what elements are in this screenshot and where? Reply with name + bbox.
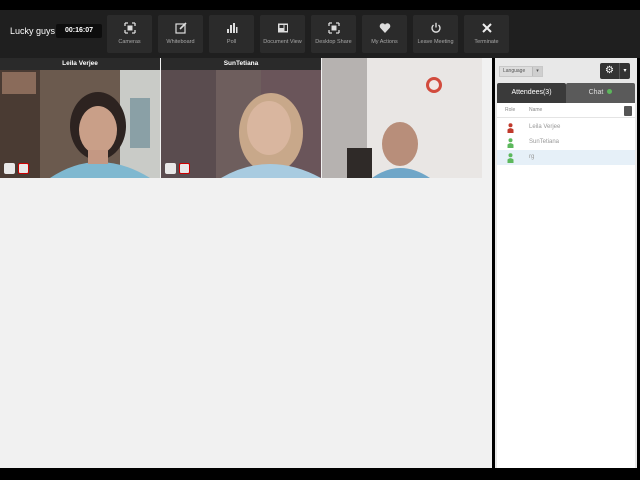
cameras-label: Cameras xyxy=(118,39,141,45)
document-view-label: Document View xyxy=(263,39,302,45)
chevron-down-icon: ▾ xyxy=(623,68,627,74)
cameras-icon xyxy=(107,18,152,38)
document-view-icon xyxy=(260,18,305,38)
meeting-title: Lucky guys xyxy=(10,26,56,36)
attendee-row[interactable]: SunTetiana xyxy=(497,135,635,150)
desktop-share-icon xyxy=(311,18,356,38)
poll-icon xyxy=(209,18,254,38)
whiteboard-icon xyxy=(158,18,203,38)
app-window: Lucky guys 00:16:07 Cameras Whiteboard P… xyxy=(0,0,640,480)
mic-muted-icon[interactable] xyxy=(179,163,190,174)
participant-video-1 xyxy=(0,58,160,178)
power-icon xyxy=(413,18,458,38)
participant-video-2 xyxy=(161,58,321,178)
language-select[interactable]: Language ▾ xyxy=(499,66,543,77)
attendee-name: rg xyxy=(529,154,535,160)
video-name-2: SunTetiana xyxy=(161,58,321,70)
webcam-icon[interactable] xyxy=(165,163,176,174)
cameras-button[interactable]: Cameras xyxy=(107,15,152,53)
bottom-bar xyxy=(0,468,640,480)
top-toolbar: Lucky guys 00:16:07 Cameras Whiteboard P… xyxy=(0,10,640,58)
language-label: Language xyxy=(503,68,526,74)
side-panel: Language ▾ ⚙ ▾ Attendees(3) Chat Role Na… xyxy=(495,58,637,468)
tab-attendees[interactable]: Attendees(3) xyxy=(497,83,566,103)
attendees-list: Role Name Leila Verjee SunTetiana rg xyxy=(497,103,635,468)
participant-video-3 xyxy=(322,58,482,178)
close-icon xyxy=(464,18,509,38)
tab-chat[interactable]: Chat xyxy=(566,83,635,103)
attendee-name: SunTetiana xyxy=(529,139,560,145)
attendee-row[interactable]: Leila Verjee xyxy=(497,120,635,135)
whiteboard-label: Whiteboard xyxy=(166,39,195,45)
video-name-1: Leila Verjee xyxy=(0,58,160,70)
attendee-row-selected[interactable]: rg xyxy=(497,150,635,165)
meeting-timer: 00:16:07 xyxy=(56,24,102,38)
attendees-header: Role Name xyxy=(497,103,635,118)
person-icon xyxy=(507,153,514,163)
leave-meeting-button[interactable]: Leave Meeting xyxy=(413,15,458,53)
chevron-down-icon: ▾ xyxy=(532,67,542,76)
mic-muted-icon[interactable] xyxy=(18,163,29,174)
person-icon xyxy=(507,123,514,133)
video-tile-1[interactable]: Leila Verjee xyxy=(0,58,160,178)
video-tile-3[interactable] xyxy=(322,58,482,178)
attendee-name: Leila Verjee xyxy=(529,124,561,130)
video-tile-2[interactable]: SunTetiana xyxy=(161,58,321,178)
my-actions-button[interactable]: My Actions xyxy=(362,15,407,53)
document-view-button[interactable]: Document View xyxy=(260,15,305,53)
terminate-label: Terminate xyxy=(474,39,499,45)
meeting-stage: Leila Verjee SunTetiana xyxy=(0,58,492,468)
microphone-icon[interactable] xyxy=(624,106,632,116)
role-column-header: Role xyxy=(505,107,516,113)
settings-dropdown-button[interactable]: ▾ xyxy=(619,63,630,79)
desktop-share-label: Desktop Share xyxy=(315,39,352,45)
heart-icon xyxy=(362,18,407,38)
leave-meeting-label: Leave Meeting xyxy=(417,39,454,45)
desktop-share-button[interactable]: Desktop Share xyxy=(311,15,356,53)
whiteboard-button[interactable]: Whiteboard xyxy=(158,15,203,53)
name-column-header: Name xyxy=(529,107,543,113)
tab-chat-label: Chat xyxy=(588,89,604,96)
webcam-icon[interactable] xyxy=(4,163,15,174)
poll-button[interactable]: Poll xyxy=(209,15,254,53)
chat-status-icon xyxy=(607,89,613,94)
gear-icon: ⚙ xyxy=(605,65,614,76)
person-icon xyxy=(507,138,514,148)
terminate-button[interactable]: Terminate xyxy=(464,15,509,53)
my-actions-label: My Actions xyxy=(371,39,398,45)
poll-label: Poll xyxy=(226,39,237,45)
settings-button[interactable]: ⚙ xyxy=(600,63,619,79)
